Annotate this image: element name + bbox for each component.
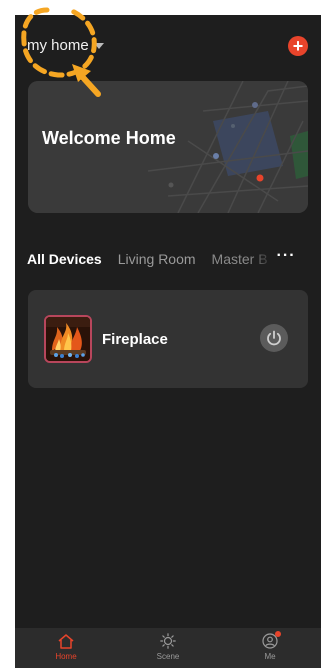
power-icon <box>267 330 281 346</box>
device-card-fireplace[interactable]: Fireplace <box>28 290 308 388</box>
add-device-button[interactable]: + <box>288 36 308 56</box>
nav-me[interactable]: Me <box>240 628 300 661</box>
tab-all-devices[interactable]: All Devices <box>27 251 102 267</box>
nav-scene[interactable]: Scene <box>138 628 198 661</box>
home-name: my home <box>27 37 89 54</box>
device-name: Fireplace <box>102 331 168 348</box>
nav-scene-label: Scene <box>156 652 180 661</box>
nav-home-label: Home <box>55 652 77 661</box>
power-button[interactable] <box>260 324 288 352</box>
welcome-title: Welcome Home <box>42 128 176 148</box>
house-icon <box>58 634 74 649</box>
tab-living-room[interactable]: Living Room <box>118 251 196 267</box>
notification-dot <box>275 631 281 637</box>
nav-me-label: Me <box>264 652 276 661</box>
room-tabs: All Devices Living Room Master B ··· <box>27 247 317 269</box>
app-screen: my home + Welcome Home All Devices Livin… <box>15 15 321 668</box>
more-tabs-button[interactable]: ··· <box>277 247 296 265</box>
fireplace-image <box>44 315 92 363</box>
welcome-card: Welcome Home <box>28 81 308 213</box>
home-selector[interactable]: my home <box>27 37 104 54</box>
tab-master-bedroom[interactable]: Master B <box>212 251 275 267</box>
chevron-down-icon <box>93 43 104 49</box>
sun-icon <box>160 633 176 649</box>
bottom-nav: Home Scene Me <box>15 628 321 668</box>
nav-home[interactable]: Home <box>36 628 96 661</box>
